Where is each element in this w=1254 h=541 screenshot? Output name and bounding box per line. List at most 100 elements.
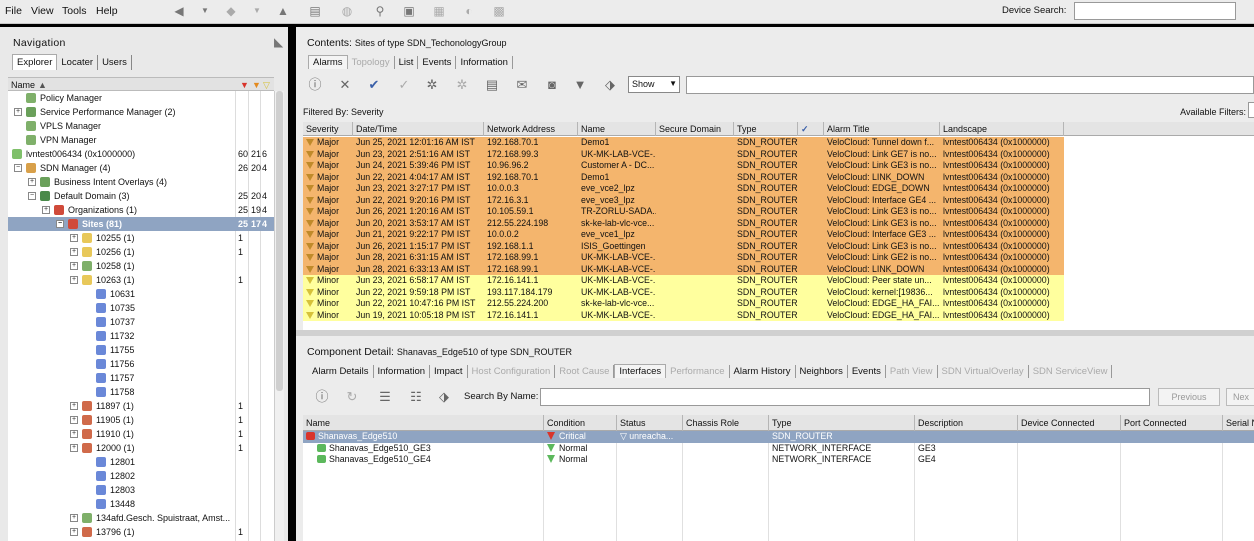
tab-component[interactable]: Path View — [886, 365, 938, 378]
interface-column-header[interactable]: Status — [617, 415, 683, 431]
interface-column-header[interactable]: Type — [769, 415, 915, 431]
alarm-column-header[interactable]: Severity — [303, 122, 353, 136]
tree-item[interactable]: 12803 — [8, 483, 274, 497]
notes-icon[interactable]: ▤ — [484, 77, 500, 93]
name-column-header[interactable]: Name — [11, 80, 35, 90]
tree-item[interactable]: +10258 (1) — [8, 259, 274, 273]
alarm-column-header[interactable]: Type — [734, 122, 798, 136]
expand-toggle-icon[interactable]: + — [70, 528, 78, 536]
tree-item[interactable]: 12802 — [8, 469, 274, 483]
email-icon[interactable]: ✉ — [514, 77, 530, 93]
alarm-row[interactable]: Major Jun 22, 2021 4:04:17 AM IST 192.168.… — [303, 171, 1064, 183]
tab-alarms[interactable]: Alarms — [308, 55, 348, 69]
forward-icon[interactable]: ◆ — [224, 4, 238, 18]
assign-icon[interactable]: ✲ — [424, 77, 440, 93]
interface-column-header[interactable]: Port Connected — [1121, 415, 1223, 431]
tree-item[interactable]: 13448 — [8, 497, 274, 511]
tree-item[interactable]: 10631 — [8, 287, 274, 301]
expand-toggle-icon[interactable]: + — [70, 416, 78, 424]
tree-item[interactable]: − Sites (81) 25 17 4 — [8, 217, 274, 231]
tree-item[interactable]: 10735 — [8, 301, 274, 315]
alarm-column-header[interactable]: Name — [578, 122, 656, 136]
tree-item[interactable]: 11757 — [8, 371, 274, 385]
scroll-thumb[interactable] — [276, 91, 283, 391]
alarm-row[interactable]: Minor Jun 22, 2021 9:59:18 PM IST 193.117.… — [303, 286, 1064, 298]
interface-column-header[interactable]: Description — [915, 415, 1018, 431]
tab-component[interactable]: Impact — [430, 365, 468, 378]
interface-row[interactable]: Shanavas_Edge510_GE4 Normal NETWORK_INTERF… — [303, 454, 1254, 466]
available-filters-input[interactable] — [1248, 102, 1254, 118]
tree-item[interactable]: +10263 (1) 1 — [8, 273, 274, 287]
tree-item[interactable]: VPLS Manager — [8, 119, 274, 133]
alarm-row[interactable]: Major Jun 28, 2021 6:31:15 AM IST 172.168.… — [303, 252, 1064, 264]
expand-toggle-icon[interactable]: + — [70, 444, 78, 452]
tab-component[interactable]: SDN VirtualOverlay — [938, 365, 1029, 378]
tree-item[interactable]: +134afd.Gesch. Spuistraat, Amst... — [8, 511, 274, 525]
alarm-column-header[interactable]: Landscape — [940, 122, 1064, 136]
unacknowledge-icon[interactable]: ✓ — [396, 77, 412, 93]
expand-toggle-icon[interactable]: + — [28, 178, 36, 186]
tab-component[interactable]: Performance — [666, 365, 730, 378]
expand-toggle-icon[interactable]: − — [28, 192, 36, 200]
expand-toggle-icon[interactable]: + — [14, 108, 22, 116]
alarm-row[interactable]: Major Jun 26, 2021 1:20:16 AM IST 10.105.5… — [303, 206, 1064, 218]
tree-item[interactable]: 11755 — [8, 343, 274, 357]
expand-toggle-icon[interactable]: + — [70, 262, 78, 270]
interface-column-header[interactable]: Device Connected — [1018, 415, 1121, 431]
acknowledge-icon[interactable]: ✔ — [366, 77, 382, 93]
interface-row[interactable]: Shanavas_Edge510 Critical ▽ unreacha... SDN… — [303, 431, 1254, 443]
tab-component[interactable]: SDN ServiceView — [1029, 365, 1113, 378]
alarm-row[interactable]: Major Jun 23, 2021 2:51:16 AM IST 172.168.… — [303, 148, 1064, 160]
interface-row[interactable]: Shanavas_Edge510_GE3 Normal NETWORK_INTERF… — [303, 443, 1254, 455]
tree-item[interactable]: + Service Performance Manager (2) — [8, 105, 274, 119]
expand-toggle-icon[interactable]: + — [70, 234, 78, 242]
topology-icon[interactable]: ⚲ — [373, 4, 387, 18]
tab-component[interactable]: Host Configuration — [468, 365, 556, 378]
critical-alarm-header-icon[interactable]: ▼ — [240, 80, 249, 90]
navigation-scrollbar[interactable] — [274, 91, 284, 541]
alarm-row[interactable]: Major Jun 26, 2021 1:15:17 PM IST 192.168.… — [303, 240, 1064, 252]
tree-item[interactable]: VPN Manager — [8, 133, 274, 147]
alarm-row[interactable]: Major Jun 25, 2021 12:01:16 AM IST 192.168… — [303, 137, 1064, 149]
alarm-row[interactable]: Major Jun 22, 2021 9:20:16 PM IST 172.16.3… — [303, 194, 1064, 206]
alarm-column-header[interactable]: ✓ — [798, 122, 824, 136]
expand-toggle-icon[interactable]: + — [70, 430, 78, 438]
tab-users[interactable]: Users — [98, 55, 132, 70]
expand-toggle-icon[interactable]: + — [70, 248, 78, 256]
print-icon[interactable]: ▤ — [308, 4, 322, 18]
collapse-icon[interactable]: ◣ — [274, 35, 283, 49]
tab-topology[interactable]: Topology — [348, 56, 395, 69]
expand-toggle-icon[interactable]: + — [70, 514, 78, 522]
info-icon[interactable]: ◐ — [462, 4, 476, 18]
alarm-row[interactable]: Major Jun 23, 2021 3:27:17 PM IST 10.0.0.3… — [303, 183, 1064, 195]
tab-component[interactable]: Alarm History — [730, 365, 796, 378]
info-icon[interactable]: ⓘ — [314, 389, 330, 405]
interface-column-header[interactable]: Serial N — [1223, 415, 1254, 431]
tree-item[interactable]: −lvntest006434 (0x1000000)60216 — [8, 147, 274, 161]
tab-information[interactable]: Information — [456, 56, 513, 69]
alarm-row[interactable]: Major Jun 21, 2021 9:22:17 PM IST 10.0.0.2… — [303, 229, 1064, 241]
menu-tools[interactable]: Tools — [62, 5, 87, 17]
signal-icon[interactable]: ◍ — [340, 4, 354, 18]
settings-icon[interactable]: ▩ — [492, 4, 506, 18]
alarm-row[interactable]: Minor Jun 22, 2021 10:47:16 PM IST 212.55.… — [303, 298, 1064, 310]
alarm-column-header[interactable]: Date/Time — [353, 122, 484, 136]
list-icon[interactable]: ☷ — [408, 389, 424, 405]
alarm-column-header[interactable]: Alarm Title — [824, 122, 940, 136]
tree-item[interactable]: 12801 — [8, 455, 274, 469]
export-icon[interactable]: ⬗ — [602, 77, 618, 93]
tree-expand-icon[interactable]: ☰ — [377, 389, 393, 405]
tab-component[interactable]: Neighbors — [796, 365, 848, 378]
major-alarm-header-icon[interactable]: ▼ — [252, 80, 261, 90]
device-icon[interactable]: ▣ — [402, 4, 416, 18]
alarm-filter-input[interactable] — [686, 76, 1254, 94]
tree-item[interactable]: +11910 (1) 1 — [8, 427, 274, 441]
tree-item[interactable]: + Organizations (1) 25 19 4 — [8, 203, 274, 217]
tree-item[interactable]: +11897 (1) 1 — [8, 399, 274, 413]
bell-icon[interactable]: ▲ — [276, 4, 290, 18]
tab-component[interactable]: Root Cause — [555, 365, 615, 378]
clear-icon[interactable]: ✕ — [337, 77, 353, 93]
tab-component[interactable]: Interfaces — [614, 364, 667, 378]
unassign-icon[interactable]: ✲ — [454, 77, 470, 93]
previous-button[interactable]: Previous — [1158, 388, 1220, 406]
